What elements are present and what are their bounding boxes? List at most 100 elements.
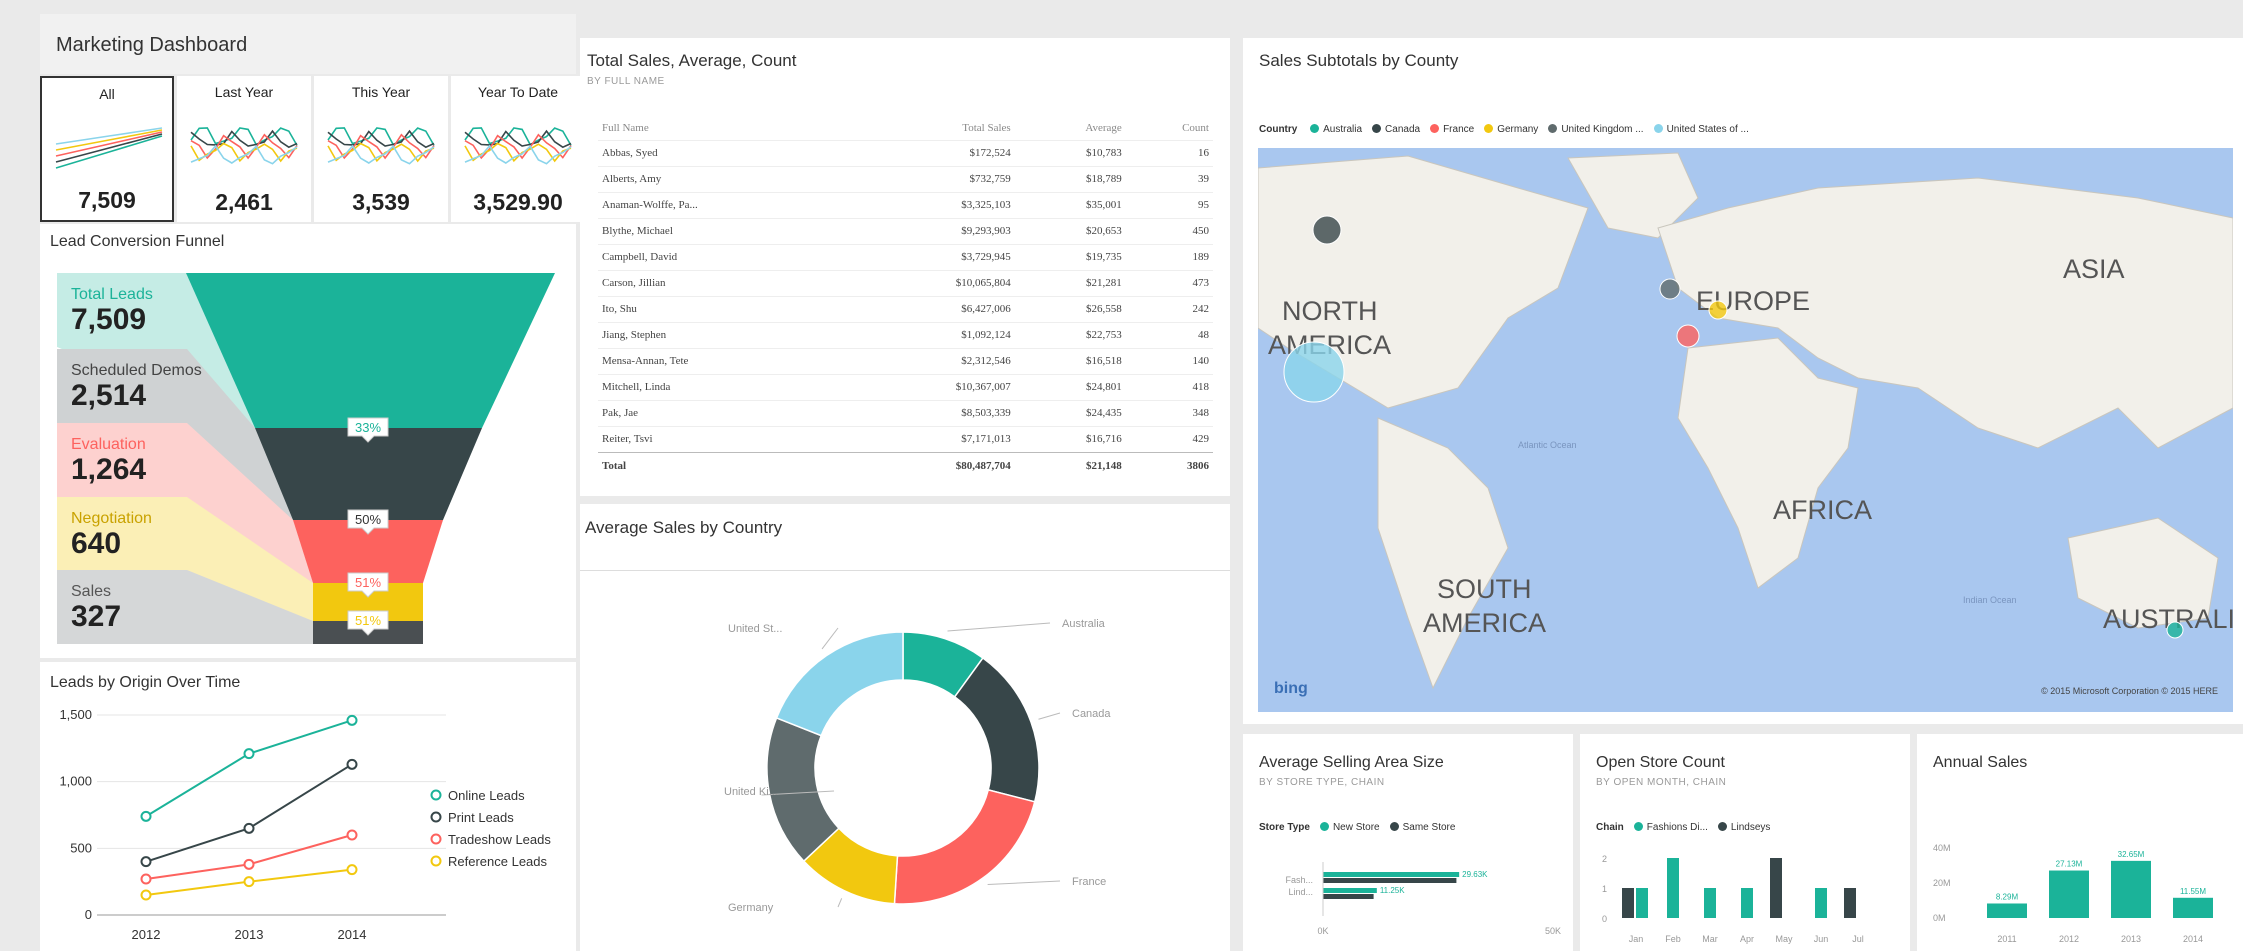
table-cell: $8,503,339	[857, 399, 1015, 426]
data-point	[140, 873, 152, 885]
table-row[interactable]: Mensa-Annan, Tete $2,312,546 $16,518 140	[598, 347, 1213, 374]
bar	[1323, 872, 1460, 877]
donut-leader-line	[987, 880, 1061, 885]
table-total-cell: $21,148	[1014, 451, 1126, 480]
table-cell: 450	[1125, 217, 1213, 244]
x-tick-label: Jun	[1814, 934, 1829, 944]
table-row[interactable]: Alberts, Amy $732,759 $18,789 39	[598, 165, 1213, 192]
table-cell: $10,783	[1014, 139, 1126, 166]
y-tick-label: 0	[85, 907, 92, 922]
map-title: Sales Subtotals by County	[1259, 51, 1459, 70]
table-cell: 39	[1125, 165, 1213, 192]
table-row[interactable]: Ito, Shu $6,427,006 $26,558 242	[598, 295, 1213, 322]
data-point	[346, 864, 358, 876]
table-row[interactable]: Campbell, David $3,729,945 $19,735 189	[598, 243, 1213, 270]
table-row[interactable]: Blythe, Michael $9,293,903 $20,653 450	[598, 217, 1213, 244]
table-cell: 473	[1125, 269, 1213, 296]
x-tick-label: 2014	[2183, 934, 2203, 944]
y-tick-label: 40M	[1933, 843, 1951, 853]
table-cell: Abbas, Syed	[598, 139, 858, 166]
data-point	[243, 876, 255, 888]
table-row[interactable]: Reiter, Tsvi $7,171,013 $16,716 429	[598, 425, 1213, 452]
data-point	[346, 758, 358, 770]
table-cell: $26,558	[1014, 295, 1126, 322]
table-row[interactable]: Abbas, Syed $172,524 $10,783 16	[598, 139, 1213, 166]
x-tick-label: 2012	[132, 927, 161, 942]
bar	[1667, 858, 1679, 918]
table-total-cell: $80,487,704	[857, 451, 1015, 480]
sales-map[interactable]: NORTHAMERICAEUROPEASIAAFRICASOUTHAMERICA…	[1258, 148, 2233, 712]
bar	[1323, 894, 1374, 899]
table-cell: $20,653	[1014, 217, 1126, 244]
legend-dot	[1430, 124, 1440, 133]
sales-table: Full Name Total Sales Average Count Abbas, …	[598, 116, 1213, 480]
bar-data-label: 11.25K	[1380, 886, 1405, 895]
table-cell: $732,759	[857, 165, 1015, 192]
donut-category-label: United St...	[728, 623, 782, 635]
x-tick-label: 2013	[235, 927, 264, 942]
table-column-header: Full Name	[602, 121, 649, 134]
bar	[1636, 888, 1648, 918]
y-tick-label: 500	[70, 840, 92, 855]
bar	[1704, 888, 1716, 918]
table-row[interactable]: Pak, Jae $8,503,339 $24,435 348	[598, 399, 1213, 426]
donut-category-label: Germany	[728, 902, 774, 914]
table-cell: Mitchell, Linda	[598, 373, 858, 400]
donut-leader-line	[837, 898, 843, 908]
table-cell: $19,735	[1014, 243, 1126, 270]
table-cell: $10,065,804	[857, 269, 1015, 296]
table-cell: Blythe, Michael	[598, 217, 858, 244]
x-tick-label: Jul	[1852, 934, 1864, 944]
legend-marker	[430, 833, 442, 845]
x-tick-label: 50K	[1545, 926, 1561, 936]
funnel-stage: Sales 327	[57, 570, 227, 644]
table-row[interactable]: Carson, Jillian $10,065,804 $21,281 473	[598, 269, 1213, 296]
table-cell: $16,716	[1014, 425, 1126, 452]
map-region-label: SOUTH	[1437, 574, 1532, 604]
conversion-badge-text: 50%	[355, 512, 381, 527]
data-point	[243, 748, 255, 760]
funnel-stage-value: 327	[71, 600, 122, 633]
conversion-badge-text: 51%	[355, 575, 381, 590]
bar	[2111, 860, 2151, 918]
table-row[interactable]: Mitchell, Linda $10,367,007 $24,801 418	[598, 373, 1213, 400]
table-cell: Pak, Jae	[598, 399, 858, 426]
table-cell: $24,435	[1014, 399, 1126, 426]
legend-dot	[1653, 124, 1663, 133]
table-row[interactable]: Jiang, Stephen $1,092,124 $22,753 48	[598, 321, 1213, 348]
data-point	[140, 889, 152, 901]
funnel-stage-value: 2,514	[71, 379, 147, 412]
x-tick-label: Feb	[1665, 934, 1681, 944]
table-row[interactable]: Anaman-Wolffe, Pa... $3,325,103 $35,001 95	[598, 191, 1213, 218]
map-legend-label: Germany	[1497, 124, 1539, 135]
map-legend-label: Australia	[1323, 124, 1363, 135]
legend-marker	[430, 789, 442, 801]
bar	[1622, 888, 1634, 918]
funnel-stage-value: 640	[71, 527, 122, 560]
funnel-stage-label: Evaluation	[71, 436, 146, 453]
map-region-label: ASIA	[2063, 254, 2125, 284]
data-point	[243, 858, 255, 870]
data-point	[140, 856, 152, 868]
donut-chart: Australia Canada France Germany United Ki...…	[724, 618, 1111, 914]
bar	[1741, 888, 1753, 918]
table-cell: 16	[1125, 139, 1213, 166]
table-cell: 242	[1125, 295, 1213, 322]
bar	[1844, 888, 1856, 918]
y-tick-label: 20M	[1933, 878, 1951, 888]
table-cell: $1,092,124	[857, 321, 1015, 348]
map-legend-label: United Kingdom ...	[1561, 124, 1644, 135]
donut-category-label: France	[1072, 876, 1106, 888]
donut-slice	[953, 656, 1040, 803]
data-point	[140, 810, 152, 822]
bar	[1323, 878, 1457, 883]
y-tick-label: 0M	[1933, 913, 1946, 923]
table-cell: Reiter, Tsvi	[598, 425, 858, 452]
bar	[1815, 888, 1827, 918]
map-legend-label: Canada	[1385, 124, 1421, 135]
legend-marker	[430, 855, 442, 867]
table-cell: $172,524	[857, 139, 1015, 166]
table-cell: Jiang, Stephen	[598, 321, 858, 348]
table-cell: 140	[1125, 347, 1213, 374]
funnel-stage: Total Leads 7,509	[57, 273, 227, 347]
